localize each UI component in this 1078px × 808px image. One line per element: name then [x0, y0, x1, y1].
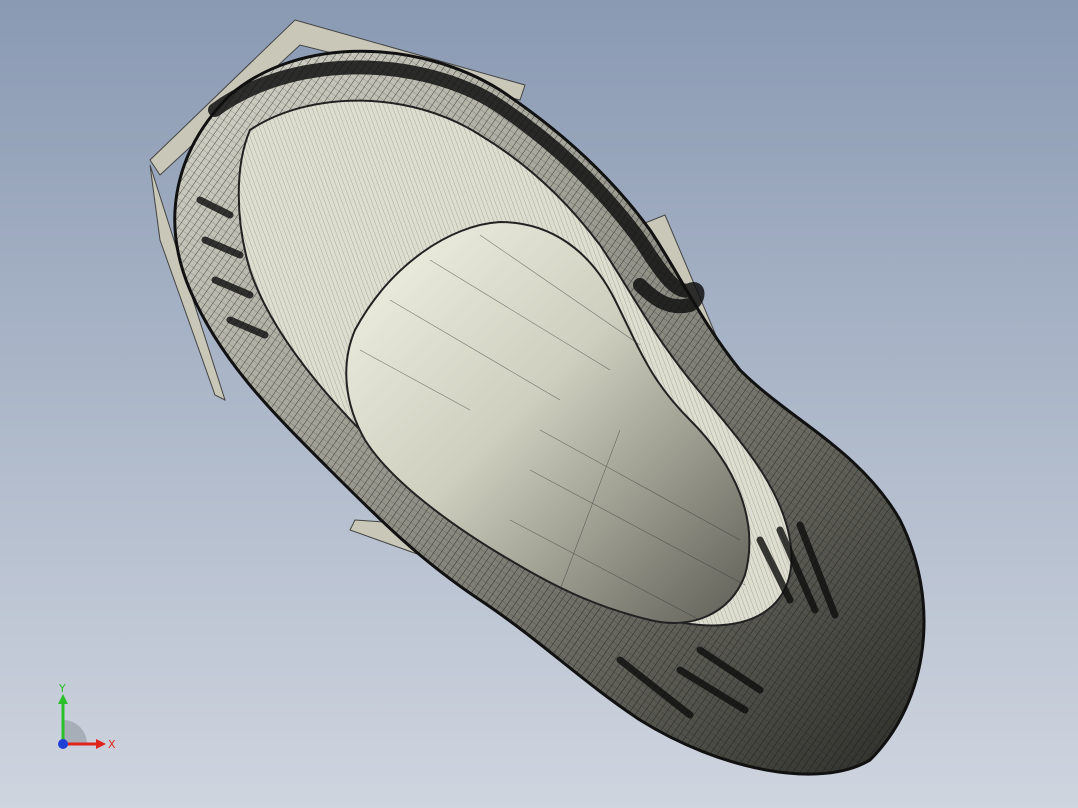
- y-axis-arrow: [58, 694, 68, 704]
- y-axis-label: Y: [58, 682, 66, 695]
- model-scene[interactable]: [0, 0, 1078, 808]
- z-axis-dot: [58, 739, 68, 749]
- x-axis-label: X: [108, 738, 116, 751]
- coordinate-triad: Y X: [58, 682, 116, 751]
- 3d-viewport[interactable]: Y X: [0, 0, 1078, 808]
- triad-plane: [63, 720, 87, 744]
- x-axis-arrow: [96, 739, 106, 749]
